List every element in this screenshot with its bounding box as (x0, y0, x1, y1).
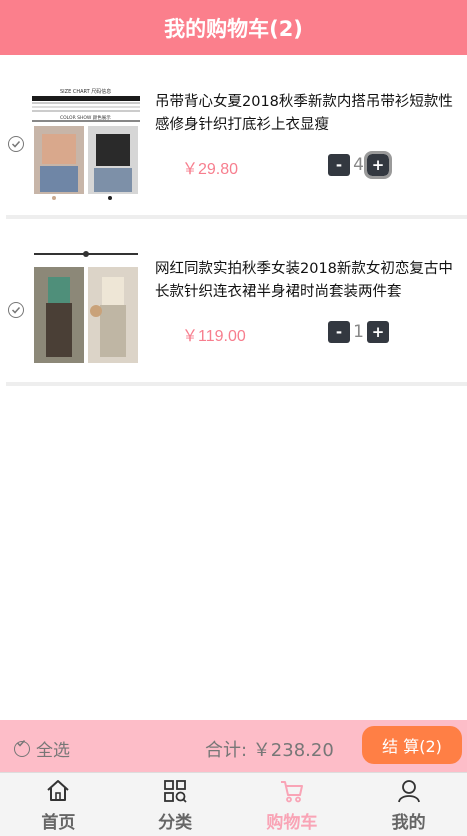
product-image[interactable] (30, 249, 142, 367)
divider (6, 215, 467, 219)
page-title: 我的购物车(2) (164, 16, 303, 41)
item-title[interactable]: 网红同款实拍秋季女装2018新款女初恋复古中长款针织连衣裙半身裙时尚套装两件套 (155, 258, 460, 304)
cart-item: 网红同款实拍秋季女装2018新款女初恋复古中长款针织连衣裙半身裙时尚套装两件套 … (0, 225, 467, 386)
tab-label: 我的 (391, 813, 426, 833)
quantity-stepper: - 4 + (328, 151, 392, 179)
item-price: ￥119.00 (182, 328, 246, 345)
increase-button[interactable]: + (364, 151, 392, 179)
cart-icon (280, 781, 303, 803)
home-icon (47, 780, 70, 801)
tab-label: 首页 (41, 813, 76, 833)
item-price: ￥29.80 (182, 161, 239, 178)
quantity-value: 4 (353, 155, 364, 175)
check-icon (11, 140, 21, 148)
quantity-stepper: - 1 + (328, 321, 389, 343)
tab-label: 购物车 (266, 813, 318, 833)
tab-profile[interactable]: 我的 (350, 773, 467, 836)
decrease-button[interactable]: - (328, 321, 350, 343)
bottom-tab-bar: 首页 分类 购物车 我的 (0, 772, 467, 836)
app-header: 我的购物车(2) (0, 0, 467, 55)
tab-cart[interactable]: 购物车 (234, 773, 351, 836)
checkout-button[interactable]: 结 算(2) (362, 726, 462, 764)
quantity-value: 1 (353, 322, 364, 342)
user-icon (397, 780, 420, 803)
select-all-toggle[interactable]: 全选 (14, 736, 70, 761)
checkout-bar: 全选 合计: ￥238.20 结 算(2) (0, 720, 467, 772)
cart-item: SIZE CHART 尺码信息 COLOR SHOW 颜色展示 吊带背心女夏20… (0, 58, 467, 219)
decrease-button[interactable]: - (328, 154, 350, 176)
tab-category[interactable]: 分类 (117, 773, 234, 836)
product-photo-1: SIZE CHART 尺码信息 COLOR SHOW 颜色展示 (30, 86, 142, 204)
item-checkbox[interactable] (8, 302, 24, 318)
check-icon (11, 306, 21, 314)
divider (6, 382, 467, 386)
product-image[interactable]: SIZE CHART 尺码信息 COLOR SHOW 颜色展示 (30, 86, 142, 204)
category-icon (164, 780, 187, 803)
item-title[interactable]: 吊带背心女夏2018秋季新款内搭吊带衫短款性感修身针织打底衫上衣显瘦 (155, 91, 460, 137)
thumb-footer-text: COLOR SHOW 颜色展示 (60, 114, 111, 121)
increase-button[interactable]: + (367, 321, 389, 343)
thumb-header-text: SIZE CHART 尺码信息 (60, 88, 111, 95)
product-photo-2 (30, 249, 142, 367)
select-all-checkbox[interactable] (14, 739, 30, 757)
item-checkbox[interactable] (8, 136, 24, 152)
tab-home[interactable]: 首页 (0, 773, 117, 836)
select-all-label: 全选 (36, 741, 70, 761)
tab-label: 分类 (158, 813, 193, 833)
total-price: 合计: ￥238.20 (205, 740, 334, 761)
check-icon (16, 739, 26, 747)
